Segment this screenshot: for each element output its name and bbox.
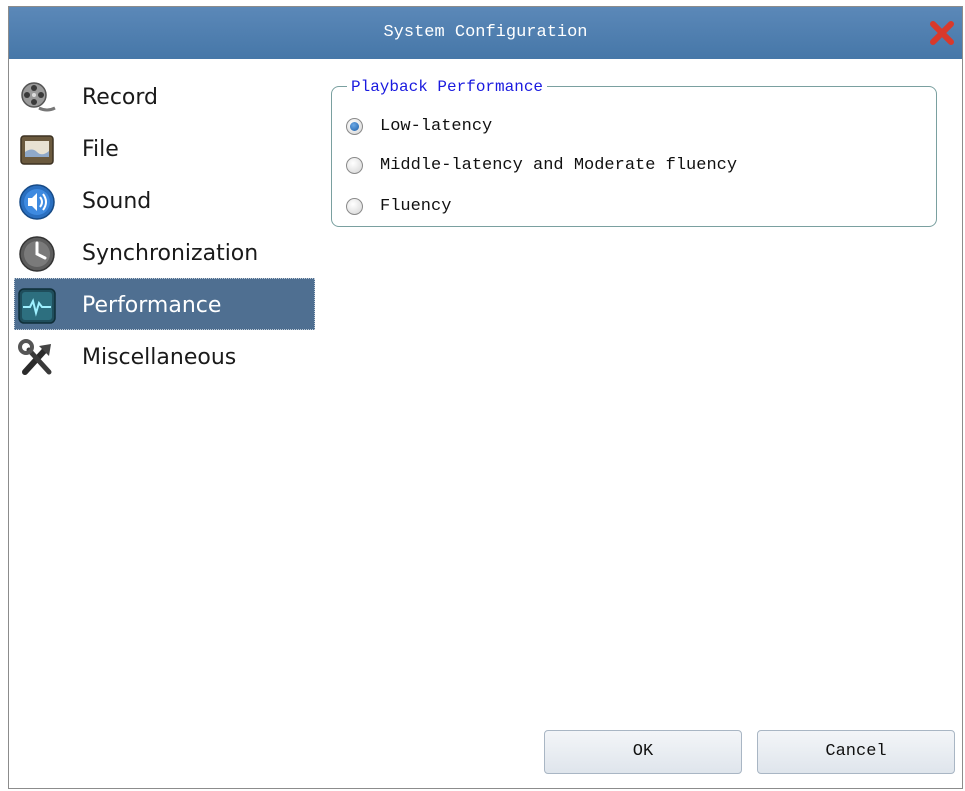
sidebar-item-label: Record <box>82 85 159 110</box>
dialog-title: System Configuration <box>383 23 588 42</box>
cancel-button[interactable]: Cancel <box>757 730 955 774</box>
sidebar-item-sound[interactable]: Sound <box>14 174 316 226</box>
sidebar-item-label: Sound <box>82 189 152 214</box>
title-bar[interactable]: System Configuration <box>9 7 962 59</box>
sidebar-item-label: Miscellaneous <box>82 345 237 370</box>
radio-label: Fluency <box>380 197 452 216</box>
speaker-icon <box>17 182 57 222</box>
radio-button[interactable] <box>346 198 363 215</box>
sidebar-item-performance[interactable]: Performance <box>14 278 316 330</box>
close-button[interactable] <box>928 19 956 47</box>
radio-label: Low-latency <box>380 117 493 136</box>
sidebar-item-file[interactable]: File <box>14 122 316 174</box>
sidebar-item-synchronization[interactable]: Synchronization <box>14 226 316 278</box>
radio-label: Middle-latency and Moderate fluency <box>380 156 738 175</box>
pulse-monitor-icon <box>17 286 57 326</box>
sidebar-item-label: File <box>82 137 119 162</box>
sidebar-item-label: Synchronization <box>82 241 259 266</box>
tools-icon <box>17 338 57 378</box>
group-title: Playback Performance <box>347 78 548 96</box>
sidebar-item-record[interactable]: Record <box>14 70 316 122</box>
close-icon <box>930 21 954 45</box>
radio-button[interactable] <box>346 157 363 174</box>
ok-button[interactable]: OK <box>544 730 742 774</box>
film-reel-icon <box>17 78 57 118</box>
category-list: Record File Sound Synchronization Perfor… <box>14 70 316 382</box>
folder-file-icon <box>17 130 57 170</box>
sidebar-item-label: Performance <box>82 293 222 318</box>
sidebar-item-miscellaneous[interactable]: Miscellaneous <box>14 330 316 382</box>
clock-icon <box>17 234 57 274</box>
radio-button[interactable] <box>346 118 363 135</box>
